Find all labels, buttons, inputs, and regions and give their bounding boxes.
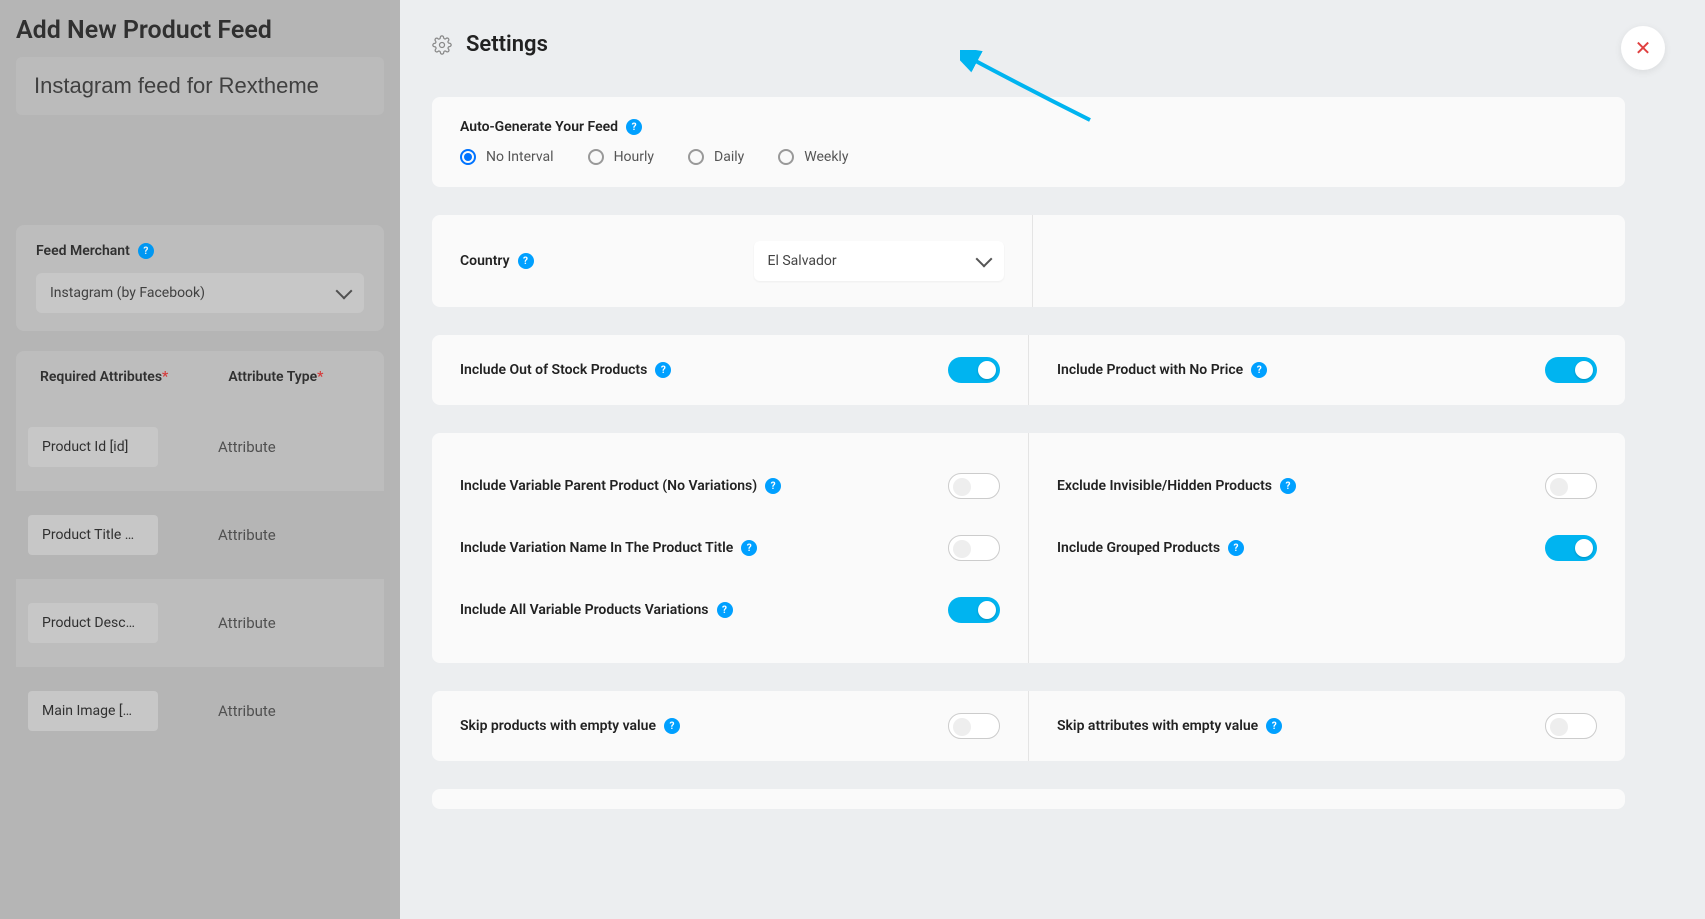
interval-radio-weekly[interactable]: Weekly: [778, 149, 848, 165]
help-icon[interactable]: ?: [664, 718, 680, 734]
toggle-label: Exclude Invisible/Hidden Products: [1057, 478, 1272, 494]
autogen-label: Auto-Generate Your Feed: [460, 119, 618, 135]
country-label: Country: [460, 253, 510, 269]
left-panel: Add New Product Feed Feed Merchant ? Ins…: [0, 0, 400, 919]
settings-panel: Settings ✕ Auto-Generate Your Feed ? No …: [400, 0, 1705, 919]
help-icon[interactable]: ?: [1266, 718, 1282, 734]
close-icon: ✕: [1635, 36, 1652, 60]
help-icon[interactable]: ?: [765, 478, 781, 494]
toggle-skip-attrs-empty[interactable]: [1545, 713, 1597, 739]
section-skip-empty: Skip products with empty value? Skip att…: [432, 691, 1625, 761]
settings-title: Settings: [466, 32, 548, 57]
arrow-annotation: [960, 50, 1100, 130]
toggle-label: Include Product with No Price: [1057, 362, 1243, 378]
section-country: Country ? El Salvador: [432, 215, 1625, 307]
toggle-label: Include Variation Name In The Product Ti…: [460, 540, 733, 556]
help-icon[interactable]: ?: [741, 540, 757, 556]
gear-icon: [432, 35, 452, 55]
toggle-variation-name[interactable]: [948, 535, 1000, 561]
section-next: [432, 789, 1625, 809]
interval-radio-no-interval[interactable]: No Interval: [460, 149, 554, 165]
section-stock-price: Include Out of Stock Products? Include P…: [432, 335, 1625, 405]
help-icon[interactable]: ?: [1228, 540, 1244, 556]
country-value: El Salvador: [768, 253, 837, 269]
help-icon[interactable]: ?: [626, 119, 642, 135]
interval-radio-daily[interactable]: Daily: [688, 149, 744, 165]
help-icon[interactable]: ?: [1251, 362, 1267, 378]
toggle-label: Skip attributes with empty value: [1057, 718, 1258, 734]
help-icon[interactable]: ?: [717, 602, 733, 618]
settings-header: Settings: [400, 0, 1705, 57]
toggle-grouped[interactable]: [1545, 535, 1597, 561]
toggle-all-variations[interactable]: [948, 597, 1000, 623]
toggle-label: Include Variable Parent Product (No Vari…: [460, 478, 757, 494]
help-icon[interactable]: ?: [655, 362, 671, 378]
help-icon[interactable]: ?: [518, 253, 534, 269]
toggle-label: Skip products with empty value: [460, 718, 656, 734]
section-variable: Include Variable Parent Product (No Vari…: [432, 433, 1625, 663]
country-select[interactable]: El Salvador: [754, 241, 1004, 281]
close-button[interactable]: ✕: [1621, 26, 1665, 70]
toggle-no-price[interactable]: [1545, 357, 1597, 383]
interval-radio-hourly[interactable]: Hourly: [588, 149, 654, 165]
chevron-down-icon: [975, 251, 992, 268]
toggle-label: Include All Variable Products Variations: [460, 602, 709, 618]
interval-radio-group: No Interval Hourly Daily Weekly: [460, 149, 1597, 165]
toggle-label: Include Out of Stock Products: [460, 362, 647, 378]
toggle-label: Include Grouped Products: [1057, 540, 1220, 556]
help-icon[interactable]: ?: [1280, 478, 1296, 494]
toggle-variable-parent[interactable]: [948, 473, 1000, 499]
toggle-skip-products-empty[interactable]: [948, 713, 1000, 739]
toggle-out-of-stock[interactable]: [948, 357, 1000, 383]
toggle-exclude-invisible[interactable]: [1545, 473, 1597, 499]
